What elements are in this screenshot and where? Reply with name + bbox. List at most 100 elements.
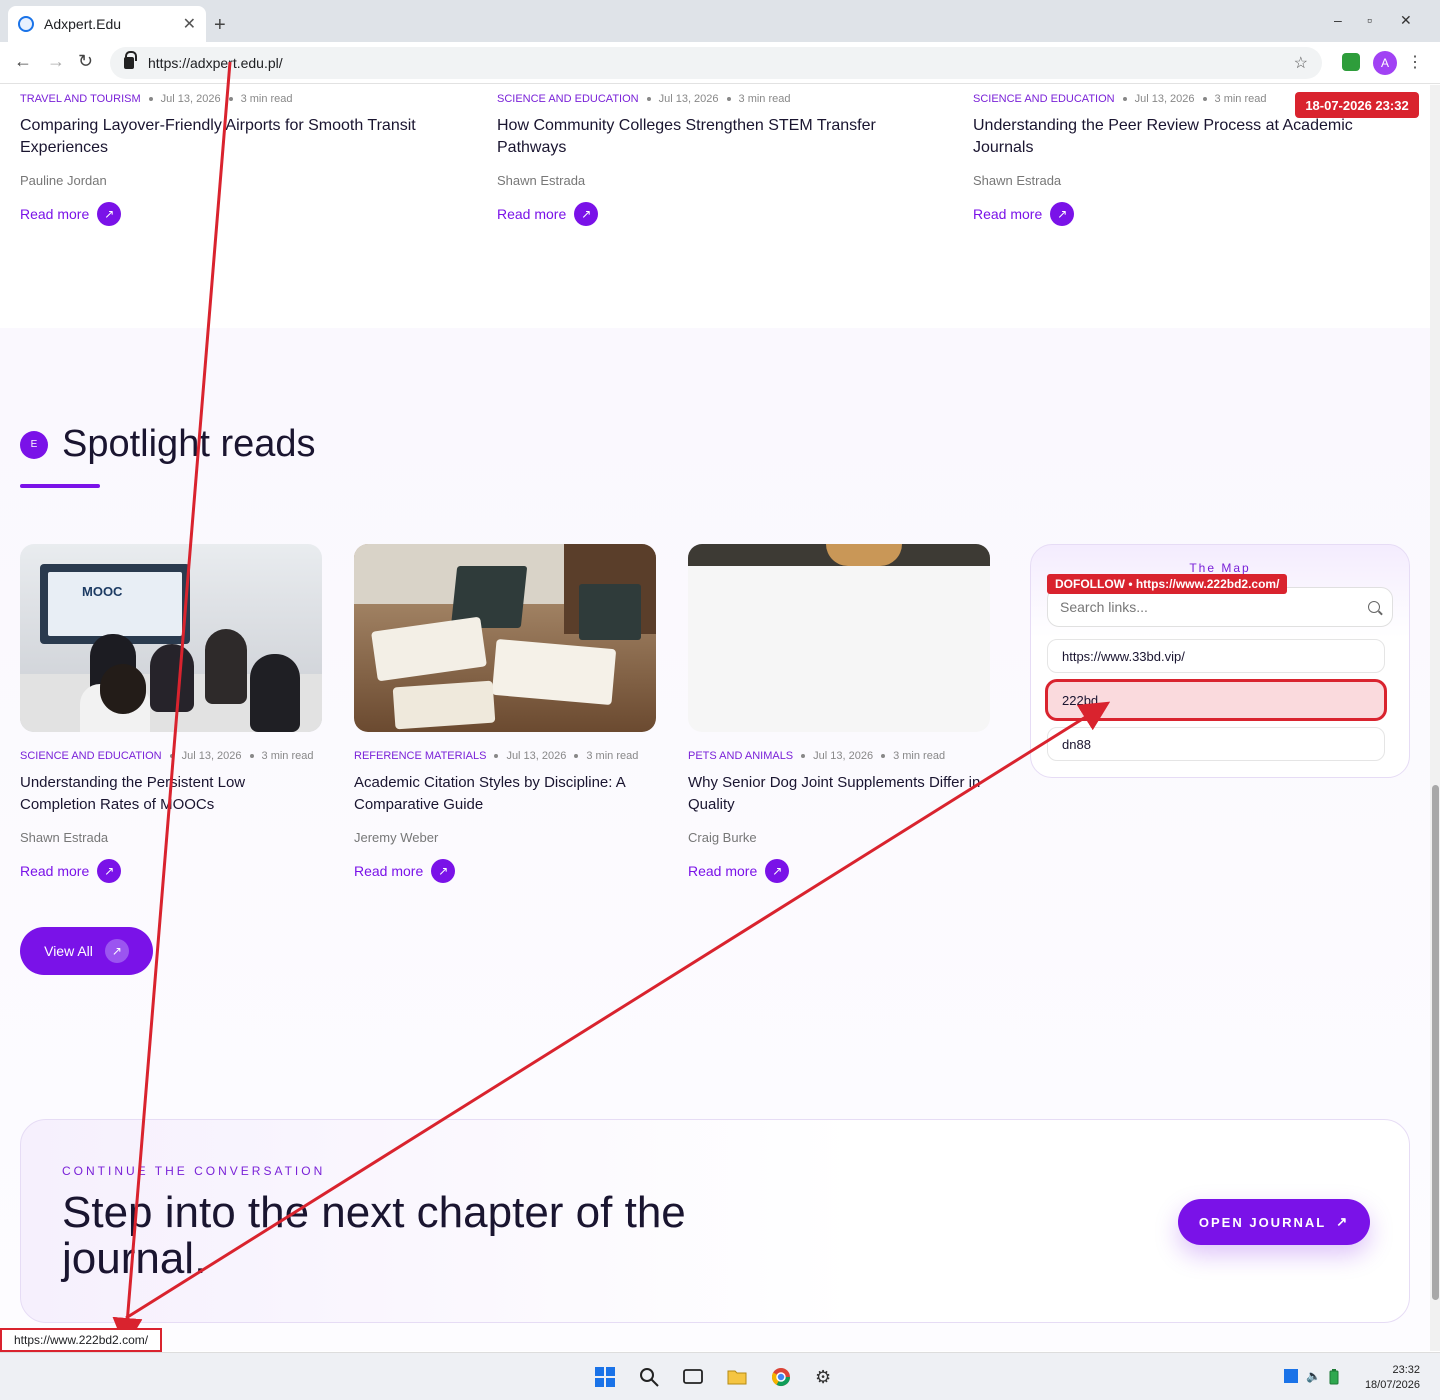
section-title: Spotlight reads [62, 423, 316, 465]
spotlight-card: REFERENCE MATERIALS Jul 13, 2026 3 min r… [354, 544, 656, 883]
search-icon[interactable] [639, 1367, 659, 1387]
article-date: Jul 13, 2026 [181, 750, 242, 762]
separator-dot [1202, 97, 1207, 101]
arrow-up-right-icon: ↗ [765, 859, 790, 883]
read-more-link[interactable]: Read more ↗ [20, 859, 322, 883]
article-title[interactable]: Comparing Layover-Friendly Airports for … [20, 115, 460, 159]
tab-close-icon[interactable]: ✕ [183, 14, 196, 34]
url-text[interactable]: https://adxpert.edu.pl/ [148, 55, 1294, 71]
browser-tab-strip: Adxpert.Edu ✕ + – ▫ ✕ [0, 0, 1440, 42]
article-author: Jeremy Weber [354, 830, 439, 845]
article-title[interactable]: Why Senior Dog Joint Supplements Differ … [688, 772, 990, 816]
read-more-label: Read more [20, 206, 90, 222]
separator-dot [801, 754, 806, 758]
read-more-link[interactable]: Read more ↗ [497, 202, 937, 226]
article-title[interactable]: Understanding the Persistent Low Complet… [20, 772, 322, 816]
article-read-time: 3 min read [261, 750, 314, 762]
arrow-up-right-icon: ↗ [574, 202, 599, 226]
article-category[interactable]: SCIENCE AND EDUCATION [973, 93, 1115, 105]
task-view-icon[interactable] [683, 1367, 703, 1387]
article-author: Shawn Estrada [973, 173, 1062, 188]
article-image[interactable] [688, 544, 990, 732]
browser-tab[interactable]: Adxpert.Edu ✕ [8, 6, 206, 42]
arrow-up-right-icon: ↗ [431, 859, 456, 883]
article-date: Jul 13, 2026 [658, 93, 719, 105]
taskbar-clock[interactable]: 23:32 18/07/2026 [1350, 1363, 1420, 1393]
arrow-up-right-icon: ↗ [97, 202, 122, 226]
globe-icon [18, 16, 34, 32]
article-category[interactable]: TRAVEL AND TOURISM [20, 93, 141, 105]
section-badge: E [20, 430, 48, 459]
maximize-button[interactable]: ▫ [1367, 12, 1372, 28]
page-scrollbar[interactable] [1430, 85, 1440, 1351]
article-card: SCIENCE AND EDUCATION Jul 13, 2026 3 min… [497, 93, 937, 226]
windows-start-icon[interactable] [595, 1367, 615, 1387]
article-category[interactable]: REFERENCE MATERIALS [354, 750, 486, 762]
article-image[interactable]: MOOC [20, 544, 322, 732]
section-heading: E Spotlight reads [20, 423, 316, 466]
spotlight-card: MOOC SCIENCE AND EDUCATION Jul 13, 2026 … [20, 544, 322, 883]
back-button[interactable]: ← [14, 51, 32, 72]
read-more-link[interactable]: Read more ↗ [973, 202, 1413, 226]
dofollow-label: DOFOLLOW • https://www.222bd2.com/ [1047, 574, 1288, 594]
browser-menu-icon[interactable]: ⋮ [1407, 52, 1423, 72]
article-category[interactable]: PETS AND ANIMALS [688, 750, 793, 762]
forward-button[interactable]: → [47, 51, 65, 72]
article-date: Jul 13, 2026 [1134, 93, 1195, 105]
scrollbar-thumb[interactable] [1432, 785, 1439, 1300]
read-more-label: Read more [973, 206, 1043, 222]
address-bar[interactable]: https://adxpert.edu.pl/ ☆ [110, 47, 1322, 79]
separator-dot [228, 97, 233, 101]
separator-dot [249, 754, 254, 758]
read-more-label: Read more [20, 863, 90, 879]
article-read-time: 3 min read [893, 750, 946, 762]
minimize-button[interactable]: – [1334, 12, 1342, 28]
reload-button[interactable]: ↻ [78, 51, 93, 72]
article-read-time: 3 min read [1214, 93, 1267, 105]
read-more-label: Read more [497, 206, 567, 222]
separator-dot [574, 754, 579, 758]
window-close-button[interactable]: ✕ [1400, 12, 1412, 29]
read-more-label: Read more [688, 863, 758, 879]
timestamp-badge: 18-07-2026 23:32 [1295, 92, 1419, 118]
file-explorer-icon[interactable] [727, 1367, 747, 1387]
article-author: Pauline Jordan [20, 173, 107, 188]
clock-date: 18/07/2026 [1364, 1379, 1420, 1391]
arrow-up-right-icon: ↗ [104, 939, 129, 963]
map-link-item[interactable]: dn88 [1047, 727, 1385, 761]
separator-dot [1122, 97, 1127, 101]
article-title[interactable]: Understanding the Peer Review Process at… [973, 115, 1413, 159]
article-author: Shawn Estrada [497, 173, 586, 188]
article-title[interactable]: How Community Colleges Strengthen STEM T… [497, 115, 887, 159]
arrow-up-right-icon: ↗ [1336, 1214, 1350, 1229]
map-link-item[interactable]: https://www.33bd.vip/ [1047, 639, 1385, 673]
settings-gear-icon[interactable]: ⚙ [815, 1367, 835, 1387]
view-all-label: View All [44, 943, 93, 959]
view-all-button[interactable]: View All ↗ [20, 927, 153, 975]
read-more-link[interactable]: Read more ↗ [20, 202, 460, 226]
open-journal-button[interactable]: OPEN JOURNAL ↗ [1178, 1199, 1370, 1245]
cta-title: Step into the next chapter of the journa… [62, 1188, 686, 1283]
read-more-link[interactable]: Read more ↗ [354, 859, 656, 883]
article-image[interactable] [354, 544, 656, 732]
profile-avatar[interactable]: A [1373, 51, 1397, 75]
article-title[interactable]: Academic Citation Styles by Discipline: … [354, 772, 656, 816]
article-date: Jul 13, 2026 [160, 93, 221, 105]
browser-toolbar: ← → ↻ https://adxpert.edu.pl/ ☆ A ⋮ [0, 42, 1440, 84]
tab-title: Adxpert.Edu [44, 16, 122, 32]
battery-icon[interactable] [1329, 1369, 1339, 1388]
new-tab-button[interactable]: + [214, 14, 226, 37]
read-more-link[interactable]: Read more ↗ [688, 859, 990, 883]
clock-time: 23:32 [1392, 1364, 1420, 1376]
extension-puzzle-icon[interactable] [1342, 53, 1360, 71]
map-link-item-highlighted[interactable]: 222bd [1045, 679, 1387, 721]
article-category[interactable]: SCIENCE AND EDUCATION [20, 750, 162, 762]
bookmark-star-icon[interactable]: ☆ [1294, 53, 1308, 73]
volume-icon[interactable]: 🔈 [1306, 1369, 1321, 1383]
network-icon[interactable] [1284, 1369, 1298, 1386]
article-category[interactable]: SCIENCE AND EDUCATION [497, 93, 639, 105]
arrow-up-right-icon: ↗ [1050, 202, 1075, 226]
search-icon[interactable] [1368, 601, 1380, 613]
chrome-icon[interactable] [771, 1367, 791, 1387]
status-bar-url: https://www.222bd2.com/ [0, 1328, 163, 1352]
